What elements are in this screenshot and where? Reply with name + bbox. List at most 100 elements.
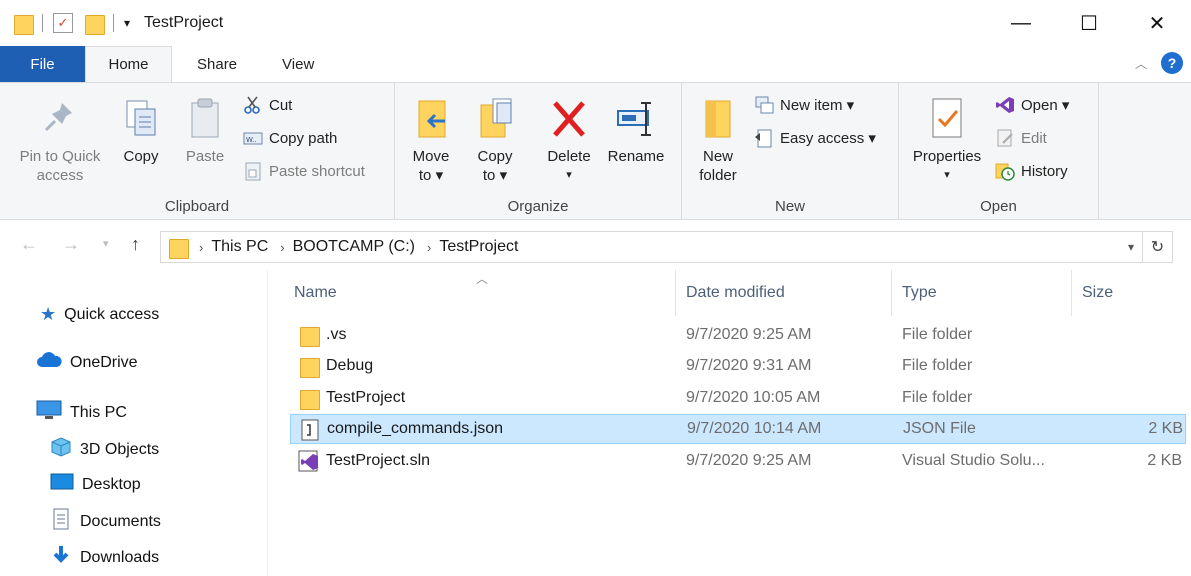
column-label: Name: [294, 284, 337, 301]
edit-button[interactable]: Edit: [995, 128, 1047, 148]
properties-dropdown-icon[interactable]: ▾: [907, 166, 987, 185]
pin-icon: [40, 97, 80, 141]
tab-view[interactable]: View: [262, 46, 334, 82]
nav-item-documents[interactable]: Documents: [50, 508, 161, 535]
edit-label: Edit: [1021, 129, 1047, 147]
copy-to-button[interactable]: Copy to ▾: [471, 97, 519, 185]
new-item-icon: [754, 95, 774, 115]
folder-icon: [300, 388, 320, 410]
file-type: File folder: [902, 357, 973, 374]
paste-icon: [185, 97, 225, 141]
open-button[interactable]: Open ▾: [995, 95, 1069, 115]
edit-icon: [995, 128, 1015, 148]
column-label: Type: [902, 284, 937, 301]
new-group-label: New: [774, 198, 805, 215]
nav-item-this-pc[interactable]: This PC: [36, 400, 127, 425]
file-list: ︿ Name Date modified Type Size .vs 9/7/2…: [280, 270, 1191, 576]
delete-button[interactable]: Delete ▾: [543, 97, 595, 185]
pin-to-quick-access-button[interactable]: Pin to Quick access: [8, 97, 112, 185]
scissors-icon: [243, 95, 263, 115]
nav-item-label: Documents: [80, 512, 161, 530]
navigation-row: ← → ▾ ↑ › This PC › BOOTCAMP (C:) › Test…: [0, 226, 1191, 266]
cloud-icon: [36, 352, 62, 373]
new-item-button[interactable]: New item ▾: [754, 95, 854, 115]
visual-studio-icon: [995, 95, 1015, 115]
nav-item-label: 3D Objects: [80, 440, 160, 458]
file-name: TestProject: [326, 389, 406, 406]
customize-toolbar-icon[interactable]: ▾: [124, 16, 130, 30]
help-icon[interactable]: ?: [1161, 52, 1183, 74]
nav-item-label: Downloads: [80, 548, 160, 566]
properties-checkmark-icon[interactable]: ✓: [53, 13, 73, 33]
new-item-label: New item ▾: [780, 97, 855, 114]
nav-item-downloads[interactable]: Downloads: [50, 544, 159, 571]
easy-access-icon: [754, 128, 774, 148]
table-row[interactable]: Debug 9/7/2020 9:31 AM File folder: [290, 351, 1186, 381]
up-arrow-icon[interactable]: ↑: [131, 234, 140, 255]
folder-icon: [300, 325, 320, 347]
back-arrow-icon[interactable]: ←: [20, 234, 38, 255]
move-to-button[interactable]: Move to ▾: [407, 97, 455, 185]
open-group: Properties ▾ Open ▾ Edit History Open: [899, 83, 1099, 219]
tab-share[interactable]: Share: [172, 46, 262, 82]
copy-path-button[interactable]: W.. Copy path: [243, 128, 337, 148]
paste-shortcut-button[interactable]: Paste shortcut: [243, 161, 365, 181]
ribbon-right-controls: ︿ ?: [1135, 52, 1183, 74]
column-header-size[interactable]: Size: [1072, 270, 1182, 316]
address-bar[interactable]: › This PC › BOOTCAMP (C:) › TestProject …: [160, 231, 1143, 263]
easy-access-button[interactable]: Easy access ▾: [754, 128, 876, 148]
file-name: Debug: [326, 357, 374, 374]
nav-item-quick-access[interactable]: ★ Quick access: [40, 304, 159, 325]
star-icon: ★: [40, 304, 57, 324]
history-button[interactable]: History: [995, 161, 1068, 181]
new-folder-label-line2: folder: [699, 167, 737, 184]
maximize-button[interactable]: ☐: [1055, 0, 1123, 46]
file-date: 9/7/2020 10:14 AM: [687, 420, 822, 437]
cut-button[interactable]: Cut: [243, 95, 292, 115]
forward-arrow-icon[interactable]: →: [62, 234, 80, 255]
column-header-type[interactable]: Type: [892, 270, 1072, 316]
collapse-ribbon-icon[interactable]: ︿: [1135, 55, 1147, 72]
history-label: History: [1021, 162, 1068, 180]
table-row[interactable]: TestProject.sln 9/7/2020 9:25 AM Visual …: [290, 446, 1186, 476]
open-label: Open ▾: [1021, 97, 1070, 114]
table-row[interactable]: TestProject 9/7/2020 10:05 AM File folde…: [290, 383, 1186, 413]
nav-item-desktop[interactable]: Desktop: [50, 472, 141, 497]
organize-group-label: Organize: [507, 198, 569, 215]
breadcrumb-bootcamp[interactable]: BOOTCAMP (C:): [293, 238, 415, 256]
ribbon-tabs: File Home Share View ︿ ?: [0, 46, 1191, 82]
file-type: File folder: [902, 389, 973, 406]
delete-dropdown-icon[interactable]: ▾: [543, 166, 595, 185]
new-folder-icon[interactable]: [85, 13, 105, 35]
column-header-date[interactable]: Date modified: [676, 270, 892, 316]
copy-button[interactable]: Copy: [116, 97, 166, 166]
folder-icon: [169, 237, 189, 259]
tab-home[interactable]: Home: [85, 46, 172, 82]
table-row[interactable]: .vs 9/7/2020 9:25 AM File folder: [290, 320, 1186, 350]
paste-button[interactable]: Paste: [178, 97, 232, 166]
rename-button[interactable]: Rename: [605, 97, 667, 166]
breadcrumb-this-pc[interactable]: This PC: [211, 238, 268, 256]
copy-to-icon: [475, 97, 515, 141]
window-controls: — ☐ ✕: [987, 0, 1191, 46]
address-dropdown-icon[interactable]: ▾: [1128, 240, 1134, 254]
nav-item-onedrive[interactable]: OneDrive: [36, 352, 138, 373]
breadcrumb-testproject[interactable]: TestProject: [439, 238, 518, 256]
delete-x-icon: [549, 97, 589, 141]
copy-to-label-line2: to ▾: [482, 167, 508, 184]
nav-item-3d-objects[interactable]: 3D Objects: [50, 436, 159, 463]
file-size: 2 KB: [1147, 452, 1182, 469]
properties-label: Properties: [912, 148, 982, 165]
breadcrumb-separator-icon: ›: [199, 239, 204, 255]
table-row-selected[interactable]: compile_commands.json 9/7/2020 10:14 AM …: [290, 414, 1186, 444]
tab-file[interactable]: File: [0, 46, 85, 82]
new-folder-button[interactable]: New folder: [694, 97, 742, 185]
column-label: Date modified: [686, 284, 785, 301]
refresh-icon[interactable]: ↻: [1143, 231, 1173, 263]
properties-button[interactable]: Properties ▾: [907, 97, 987, 185]
minimize-button[interactable]: —: [987, 0, 1055, 46]
recent-locations-chevron-icon[interactable]: ▾: [103, 237, 109, 250]
column-header-name[interactable]: Name: [280, 270, 676, 316]
breadcrumb-separator-icon: ›: [426, 239, 432, 255]
close-button[interactable]: ✕: [1123, 0, 1191, 46]
